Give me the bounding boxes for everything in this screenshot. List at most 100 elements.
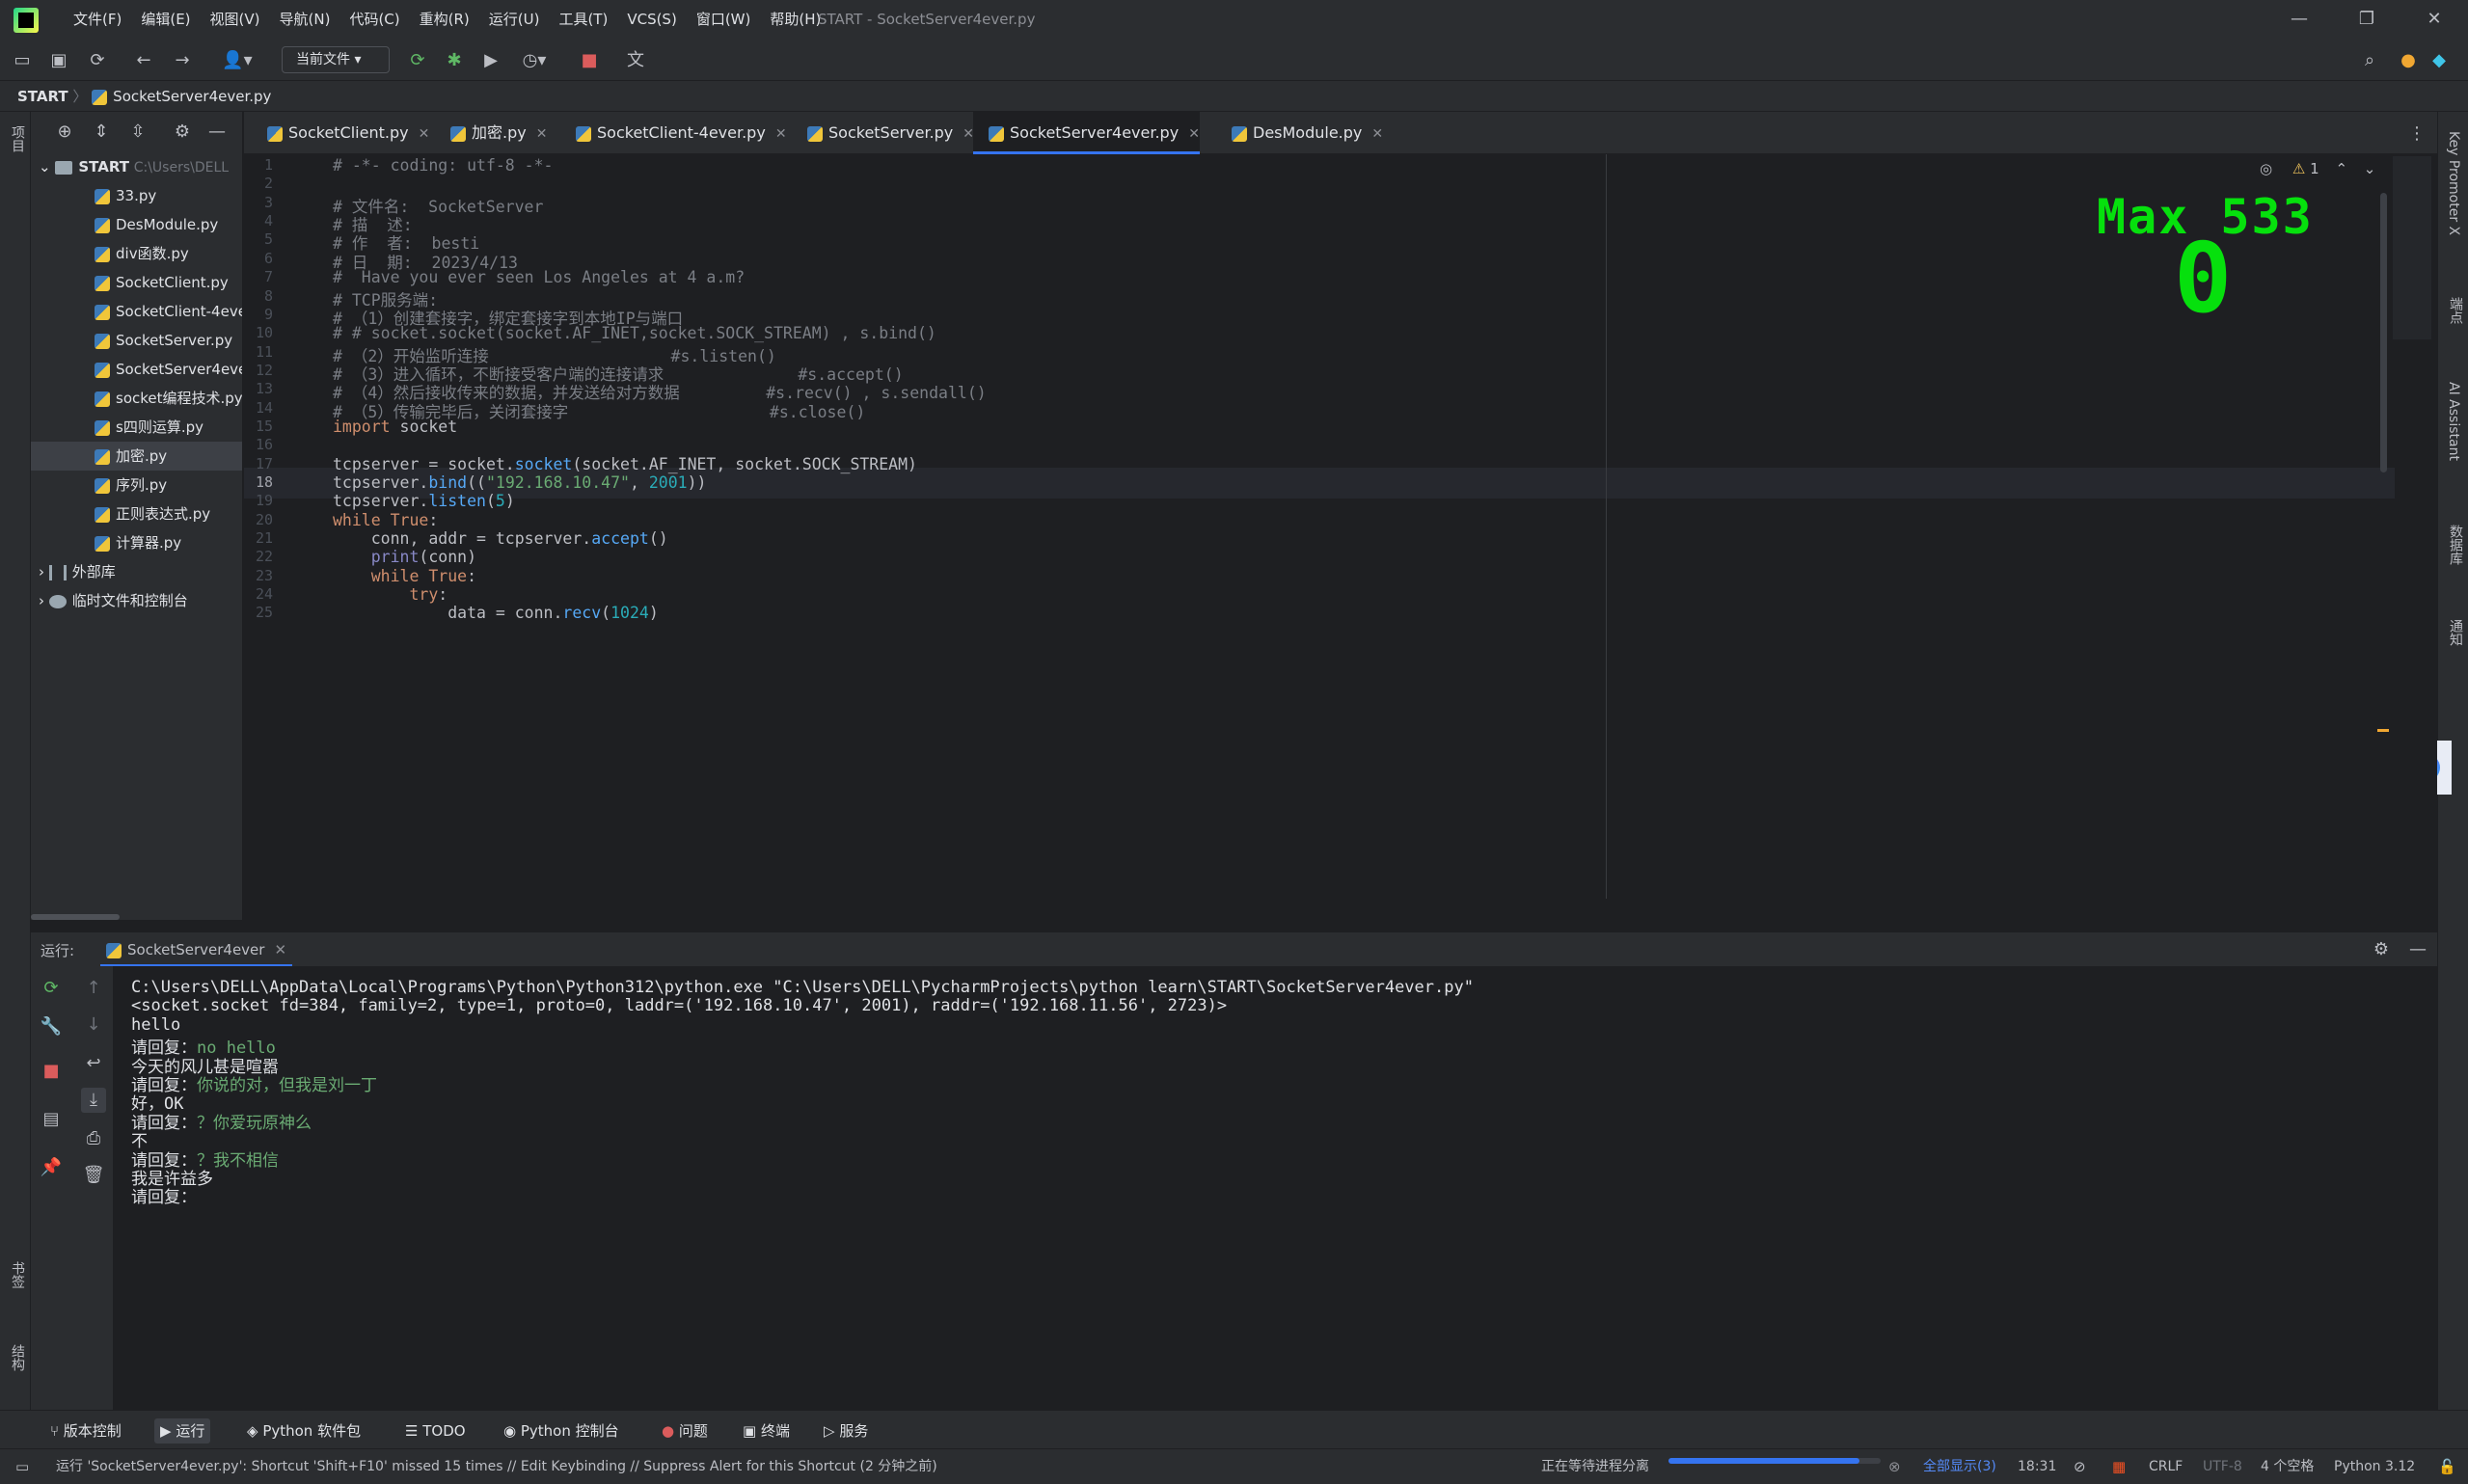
caret-position[interactable]: 18:31 xyxy=(2018,1449,2056,1484)
inspection-widget[interactable]: ◎ ⚠ 1 ⌃ ⌄ xyxy=(2260,160,2375,177)
tool-tab-terminal[interactable]: ▣ 终端 xyxy=(737,1418,796,1444)
editor-scrollbar[interactable] xyxy=(2380,193,2387,472)
project-file-item[interactable]: SocketClient.py xyxy=(31,268,242,297)
status-panel-icon[interactable]: ▭ xyxy=(15,1449,29,1484)
collapse-all-icon[interactable]: ⇳ xyxy=(125,120,150,145)
trash-icon[interactable]: 🗑 xyxy=(81,1163,106,1188)
show-all-processes[interactable]: 全部显示(3) xyxy=(1923,1449,1996,1484)
breadcrumb-root[interactable]: START xyxy=(17,88,68,105)
tool-tab-run[interactable]: ▶ 运行 xyxy=(154,1418,211,1444)
project-file-item[interactable]: 33.py xyxy=(31,181,242,210)
tab-options-icon[interactable]: ⋮ xyxy=(2404,121,2429,147)
down-arrow-icon[interactable]: ↓ xyxy=(81,1012,106,1038)
tab-socketclient[interactable]: SocketClient.py ✕ xyxy=(252,112,429,154)
key-promoter-tool-button[interactable]: Key Promoter X xyxy=(2446,131,2461,235)
save-icon[interactable]: ▣ xyxy=(46,48,71,73)
lock-icon[interactable]: 🔓 xyxy=(2438,1449,2456,1484)
run-config-select[interactable]: 当前文件 ▾ xyxy=(282,46,390,73)
tree-root[interactable]: ⌄ START C:\Users\DELL xyxy=(39,152,229,181)
debug-icon[interactable]: ✱ xyxy=(442,48,467,73)
maximize-button[interactable]: ❐ xyxy=(2333,0,2400,39)
menu-file[interactable]: 文件(F) xyxy=(64,0,131,39)
reader-mode-icon[interactable]: ◎ xyxy=(2260,160,2272,177)
stop-icon[interactable]: ■ xyxy=(577,48,602,73)
project-file-item[interactable]: socket编程技术.py xyxy=(31,384,242,413)
close-icon[interactable]: ✕ xyxy=(274,941,286,958)
close-icon[interactable]: ✕ xyxy=(1188,126,1200,142)
profile-icon[interactable]: ◷▾ xyxy=(515,48,554,73)
menu-edit[interactable]: 编辑(E) xyxy=(131,0,200,39)
user-icon[interactable]: 👤▾ xyxy=(218,48,257,73)
project-file-item[interactable]: SocketServer.py xyxy=(31,326,242,355)
database-tool-button[interactable]: 数据库 xyxy=(2446,525,2465,565)
sync-icon[interactable]: ⟳ xyxy=(85,48,110,73)
run-console[interactable]: ⟳ 🔧 ■ ▤ 📌 ↑ ↓ ↩ ⤓ ⎙ 🗑 C:\Users\DELL\AppD… xyxy=(31,966,2437,1410)
rerun-icon[interactable]: ⟳ xyxy=(39,976,64,1001)
bookmarks-tool-button[interactable]: 书签 xyxy=(8,1261,27,1288)
gear-icon[interactable]: ⚙ xyxy=(2369,937,2394,962)
tab-socketclient-4ever[interactable]: SocketClient-4ever.py ✕ xyxy=(560,112,787,154)
project-file-item[interactable]: 计算器.py xyxy=(31,528,242,557)
windows-icon[interactable]: ▦ xyxy=(2112,1449,2126,1484)
project-file-item[interactable]: div函数.py xyxy=(31,239,242,268)
project-file-item[interactable]: SocketClient-4ever.py xyxy=(31,297,242,326)
breadcrumb-file[interactable]: SocketServer4ever.py xyxy=(113,88,271,105)
line-separator[interactable]: CRLF xyxy=(2149,1449,2183,1484)
tab-socketserver4ever[interactable]: SocketServer4ever.py ✕ xyxy=(973,112,1200,154)
warning-marker[interactable] xyxy=(2377,729,2389,732)
menu-run[interactable]: 运行(U) xyxy=(479,0,550,39)
back-icon[interactable]: ← xyxy=(131,48,156,73)
tab-desmodule[interactable]: DesModule.py ✕ xyxy=(1216,112,1383,154)
external-libraries[interactable]: › 外部库 xyxy=(39,557,116,586)
endpoints-tool-button[interactable]: 端点 xyxy=(2446,297,2465,324)
status-message[interactable]: 运行 'SocketServer4ever.py': Shortcut 'Shi… xyxy=(56,1449,937,1484)
tool-tab-python-packages[interactable]: ◈ Python 软件包 xyxy=(241,1418,366,1444)
notifications-tool-button[interactable]: 通知 xyxy=(2446,619,2465,646)
soft-wrap-icon[interactable]: ↩ xyxy=(81,1051,106,1076)
run-tab[interactable]: SocketServer4ever ✕ xyxy=(100,932,293,967)
tab-socketserver[interactable]: SocketServer.py ✕ xyxy=(792,112,974,154)
menu-tools[interactable]: 工具(T) xyxy=(549,0,617,39)
project-scrollbar[interactable] xyxy=(31,914,120,920)
menu-window[interactable]: 窗口(W) xyxy=(687,0,761,39)
previous-highlight-icon[interactable]: ⌃ xyxy=(2335,160,2347,177)
close-icon[interactable]: ✕ xyxy=(536,126,548,142)
close-icon[interactable]: ✕ xyxy=(1371,126,1383,142)
stop-icon[interactable]: ■ xyxy=(39,1059,64,1084)
expand-all-icon[interactable]: ⇕ xyxy=(89,120,114,145)
tool-tab-todo[interactable]: ☰ TODO xyxy=(399,1418,472,1444)
pycharm-logo[interactable] xyxy=(14,8,39,33)
minimap[interactable] xyxy=(2393,156,2431,339)
indent-setting[interactable]: 4 个空格 xyxy=(2261,1449,2314,1484)
coverage-icon[interactable]: ▶ xyxy=(478,48,503,73)
print-icon[interactable]: ⎙ xyxy=(81,1126,106,1151)
wrench-icon[interactable]: 🔧 xyxy=(39,1014,64,1039)
hide-panel-icon[interactable]: — xyxy=(2405,937,2430,962)
project-file-item[interactable]: 序列.py xyxy=(31,471,242,499)
pin-icon[interactable]: 📌 xyxy=(39,1155,64,1180)
locate-icon[interactable]: ⊕ xyxy=(52,120,77,145)
up-arrow-icon[interactable]: ↑ xyxy=(81,976,106,1001)
open-icon[interactable]: ▭ xyxy=(10,48,35,73)
minimize-button[interactable]: — xyxy=(2265,0,2333,39)
search-icon[interactable]: ⌕ xyxy=(2357,48,2382,73)
hide-panel-icon[interactable]: — xyxy=(204,120,230,145)
tab-encrypt[interactable]: 加密.py ✕ xyxy=(435,112,547,154)
python-interpreter[interactable]: Python 3.12 xyxy=(2334,1449,2415,1484)
plugin-icon[interactable]: ◆ xyxy=(2427,48,2452,73)
forward-icon[interactable]: → xyxy=(170,48,195,73)
project-tool-button[interactable]: 项目 xyxy=(8,125,27,152)
project-file-item[interactable]: SocketServer4ever.py xyxy=(31,355,242,384)
structure-tool-button[interactable]: 结构 xyxy=(8,1344,27,1371)
ai-assistant-tool-button[interactable]: AI Assistant xyxy=(2446,382,2461,461)
tool-tab-problems[interactable]: ● 问题 xyxy=(656,1418,714,1444)
tool-tab-services[interactable]: ▷ 服务 xyxy=(818,1418,874,1444)
rerun-icon[interactable]: ⟳ xyxy=(405,48,430,73)
next-highlight-icon[interactable]: ⌄ xyxy=(2364,160,2376,177)
tool-tab-vcs[interactable]: ⑂ 版本控制 xyxy=(44,1418,127,1444)
project-file-item[interactable]: 加密.py xyxy=(31,442,242,471)
file-encoding[interactable]: UTF-8 xyxy=(2203,1449,2242,1484)
update-icon[interactable]: ● xyxy=(2396,48,2421,73)
gear-icon[interactable]: ⚙ xyxy=(170,120,195,145)
menu-navigate[interactable]: 导航(N) xyxy=(270,0,340,39)
